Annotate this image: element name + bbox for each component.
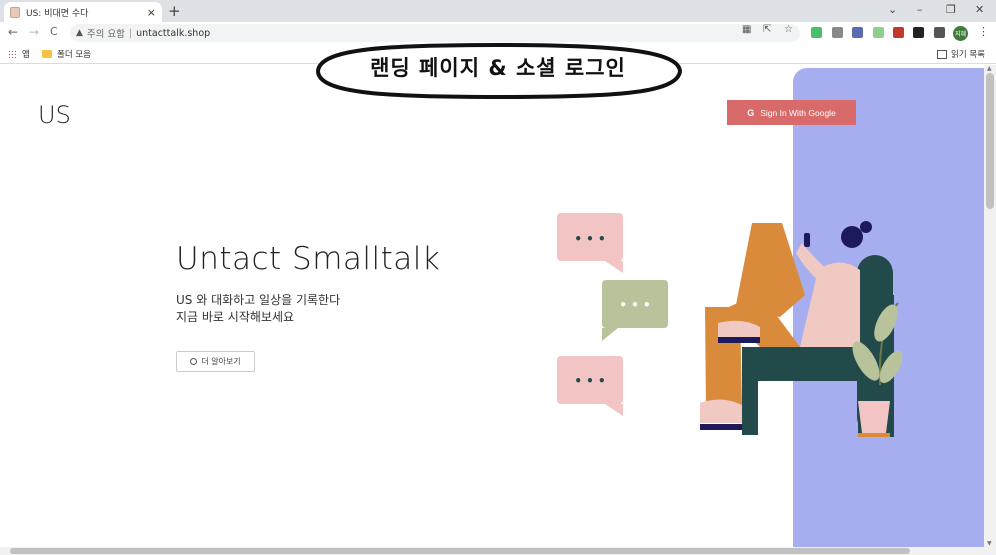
- apps-grid-icon: [8, 49, 17, 59]
- apps-label: 앱: [22, 50, 30, 60]
- bookmark-folder[interactable]: 폴더 모음: [42, 48, 91, 60]
- vertical-scrollbar[interactable]: ▲ ▼: [984, 65, 996, 547]
- scroll-up-icon[interactable]: ▲: [987, 65, 992, 72]
- apps-shortcut[interactable]: 앱: [8, 48, 30, 60]
- restore-button[interactable]: ❐: [946, 3, 956, 16]
- extension-icon-5[interactable]: [893, 27, 904, 38]
- chat-bubble-dots: • • •: [574, 232, 605, 246]
- extension-icon-3[interactable]: [852, 27, 863, 38]
- forward-button[interactable]: →: [29, 25, 39, 39]
- reading-list-icon: [937, 49, 947, 59]
- bookmark-star-icon[interactable]: ☆: [784, 24, 793, 35]
- favicon-icon: [10, 6, 20, 18]
- chat-bubble-dots: • • •: [619, 298, 650, 312]
- tab-search-icon[interactable]: ⌄: [888, 3, 897, 16]
- tab-strip: US: 비대면 수다 × + ⌄ – ❐ ✕: [0, 0, 996, 22]
- extensions-puzzle-icon[interactable]: [934, 27, 945, 38]
- back-button[interactable]: ←: [8, 25, 18, 39]
- tab-close-icon[interactable]: ×: [147, 6, 156, 19]
- reload-button[interactable]: C: [50, 25, 58, 38]
- browser-tab[interactable]: US: 비대면 수다 ×: [4, 2, 162, 22]
- folder-label: 폴더 모음: [57, 50, 91, 60]
- extension-icon-2[interactable]: [832, 27, 843, 38]
- profile-avatar[interactable]: 지혜: [953, 26, 968, 41]
- horizontal-scrollbar[interactable]: [0, 547, 996, 555]
- browser-toolbar: ← → C ▲ 주의 요함 | untacttalk.shop ▦ ⇱ ☆ 지혜…: [0, 22, 996, 44]
- minimize-button[interactable]: –: [917, 3, 923, 16]
- browser-menu-icon[interactable]: ⋮: [978, 25, 989, 38]
- url-text[interactable]: untacttalk.shop: [136, 28, 210, 39]
- hero-illustration: • • • • • • • • •: [557, 213, 903, 437]
- address-separator: |: [128, 27, 133, 39]
- new-tab-button[interactable]: +: [168, 2, 181, 20]
- notion-icon[interactable]: [913, 27, 924, 38]
- scrollbar-thumb[interactable]: [986, 73, 994, 209]
- reading-list[interactable]: 읽기 목록: [937, 48, 985, 60]
- scroll-down-icon[interactable]: ▼: [987, 540, 992, 547]
- address-bar[interactable]: ▲ 주의 요함 | untacttalk.shop ▦ ⇱ ☆: [70, 24, 800, 42]
- chat-bubble-dots: • • •: [574, 374, 605, 388]
- banner-title: 랜딩 페이지 & 소셜 로그인: [370, 56, 626, 80]
- person-illustration: [700, 221, 872, 430]
- security-label[interactable]: 주의 요함: [87, 26, 125, 40]
- tab-title: US: 비대면 수다: [26, 8, 89, 19]
- extension-icon-4[interactable]: [873, 27, 884, 38]
- scrollbar-thumb[interactable]: [10, 548, 910, 554]
- share-icon[interactable]: ⇱: [763, 24, 771, 35]
- landing-page: US G Sign In With Google Untact Smalltal…: [0, 65, 984, 547]
- reading-list-label: 읽기 목록: [951, 50, 985, 60]
- translate-icon[interactable]: ▦: [742, 24, 751, 35]
- close-window-button[interactable]: ✕: [975, 3, 984, 16]
- extension-icon-1[interactable]: [811, 27, 822, 38]
- warning-icon: ▲: [76, 28, 83, 38]
- folder-icon: [42, 50, 52, 58]
